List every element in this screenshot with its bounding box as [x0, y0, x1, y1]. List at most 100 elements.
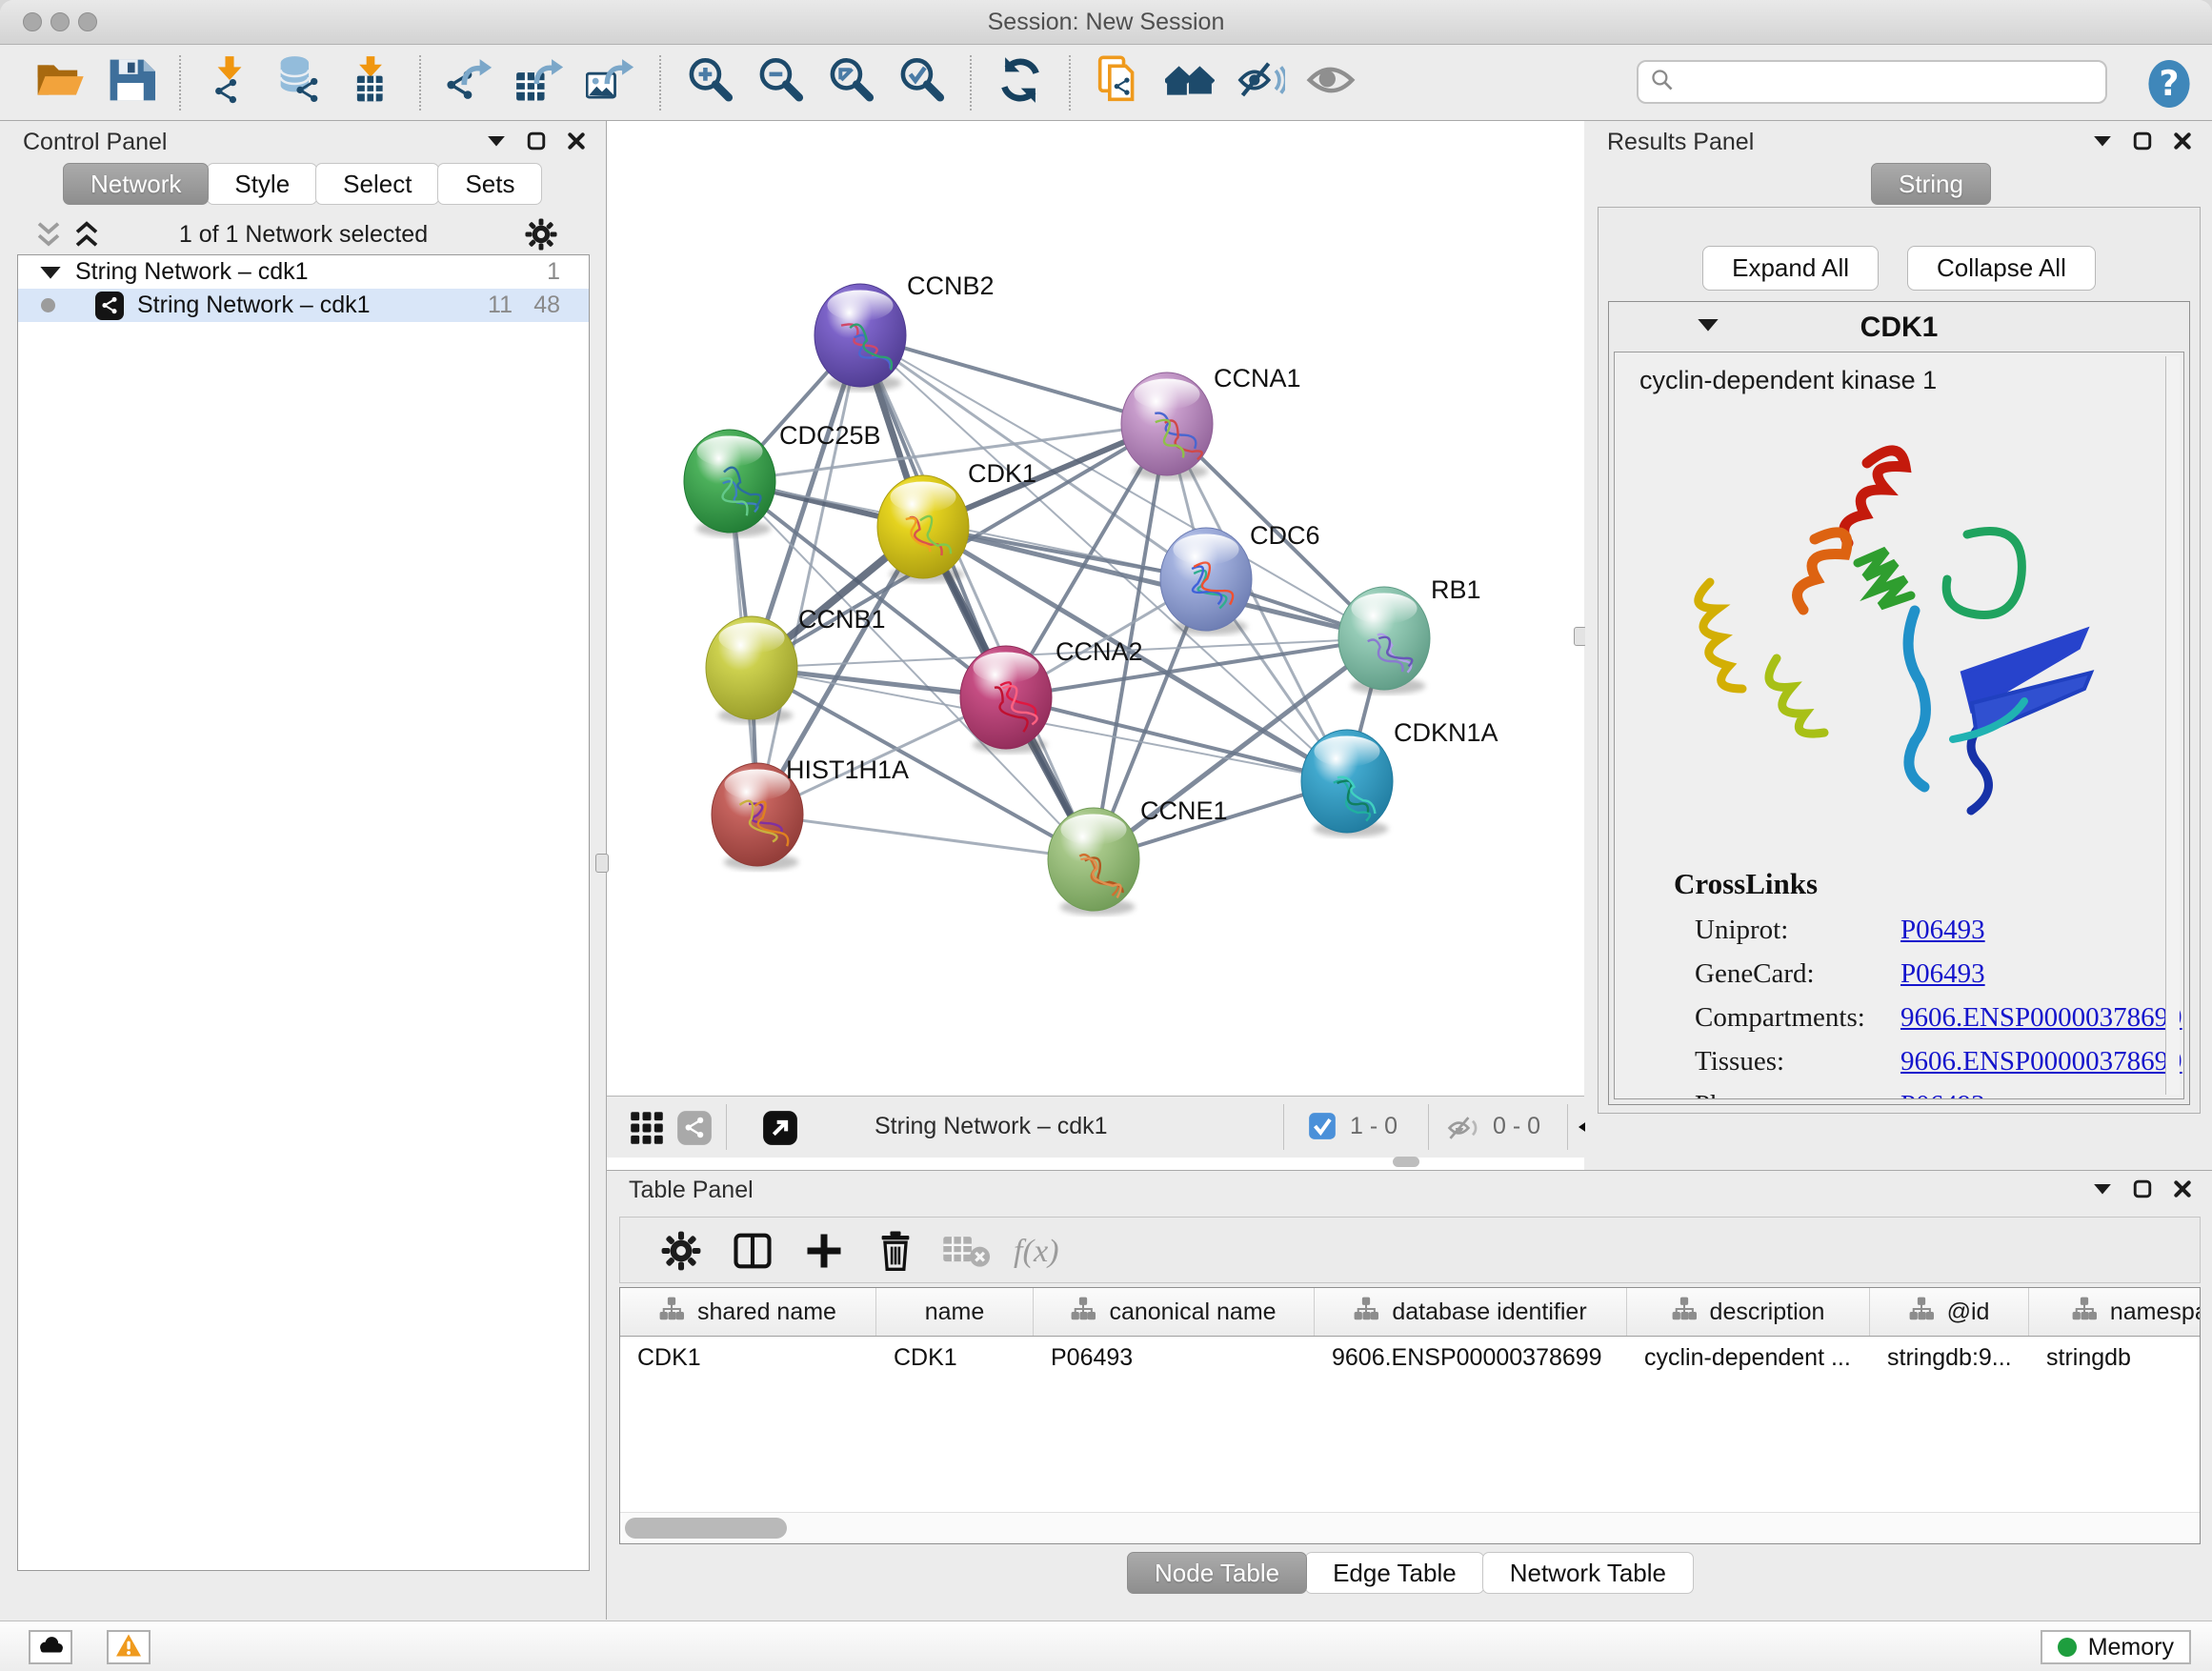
panel-float-icon[interactable] [520, 127, 553, 155]
node-label: CCNE1 [1140, 796, 1228, 825]
network-tree-row[interactable]: String Network – cdk11148 [18, 289, 589, 322]
protein-structure-image [1672, 415, 2167, 835]
network-node-cdc25b[interactable]: CDC25B [684, 421, 881, 537]
network-node-ccna1[interactable]: CCNA1 [1121, 364, 1301, 480]
zoom-fit-button[interactable] [821, 54, 880, 111]
show-column-selector-icon[interactable] [733, 1231, 773, 1271]
column-header-description[interactable]: description [1627, 1288, 1870, 1336]
network-node-ccnb1[interactable]: CCNB1 [706, 605, 886, 724]
gene-scrollbar[interactable] [2165, 356, 2180, 1095]
column-header-namespace[interactable]: namespace [2029, 1288, 2201, 1336]
network-view-footer: String Network – cdk1 1 - 0 0 - 0 [607, 1096, 1584, 1158]
panel-close-icon[interactable] [560, 127, 593, 155]
horizontal-splitter-handle[interactable] [1393, 1157, 1419, 1167]
tab-node-table[interactable]: Node Table [1127, 1552, 1307, 1594]
expand-all-button[interactable]: Expand All [1702, 246, 1879, 291]
open-file-button[interactable] [30, 54, 90, 111]
crosslink-label: Pharos: [1695, 1090, 1900, 1099]
left-splitter-grip[interactable] [595, 854, 609, 873]
column-header-name[interactable]: name [876, 1288, 1034, 1336]
hide-selected-button[interactable] [1231, 54, 1290, 111]
column-header--id[interactable]: @id [1870, 1288, 2029, 1336]
import-table-file-button[interactable] [341, 54, 400, 111]
refresh-button[interactable] [991, 54, 1050, 111]
network-node-ccnb2[interactable]: CCNB2 [814, 272, 995, 392]
column-header-shared-name[interactable]: shared name [620, 1288, 876, 1336]
zoom-out-icon [755, 55, 805, 110]
panel-float-icon[interactable] [2126, 1175, 2159, 1203]
zoom-out-button[interactable] [751, 54, 810, 111]
tab-network[interactable]: Network [63, 163, 209, 205]
tab-network-table[interactable]: Network Table [1482, 1552, 1694, 1594]
home-button[interactable] [1160, 54, 1219, 111]
panel-menu-icon[interactable] [2086, 1175, 2119, 1203]
network-node-cdkn1a[interactable]: CDKN1A [1301, 718, 1498, 837]
export-network-button[interactable] [440, 54, 499, 111]
export-image-button[interactable] [581, 54, 640, 111]
crosslink-link[interactable]: 9606.ENSP00000378699 [1900, 1046, 2182, 1077]
zoom-selected-button[interactable] [892, 54, 951, 111]
control-panel: Control Panel NetworkStyleSelectSets 1 o… [0, 121, 607, 1620]
show-all-button[interactable] [1301, 54, 1360, 111]
open-in-window-icon[interactable] [762, 1110, 798, 1146]
help-button[interactable]: ? [2143, 58, 2195, 106]
memory-button[interactable]: Memory [2041, 1630, 2191, 1664]
birdseye-grid-icon[interactable] [629, 1110, 665, 1146]
tree-expander-icon[interactable] [39, 261, 62, 284]
network-node-hist1h1a[interactable]: HIST1H1A [712, 755, 909, 871]
table-horizontal-scrollbar[interactable] [620, 1512, 2200, 1543]
save-session-icon [106, 55, 155, 110]
hidden-eye-icon[interactable] [1445, 1110, 1481, 1146]
toolbar-separator [659, 55, 661, 111]
crosslink-row: Uniprot:P06493 [1695, 915, 2182, 958]
tab-edge-table[interactable]: Edge Table [1305, 1552, 1484, 1594]
tab-sets[interactable]: Sets [437, 163, 542, 205]
column-header-label: canonical name [1109, 1299, 1276, 1326]
tree-count: 48 [513, 292, 560, 319]
column-header-database-identifier[interactable]: database identifier [1315, 1288, 1627, 1336]
warnings-button[interactable] [107, 1630, 151, 1664]
panel-menu-icon[interactable] [480, 127, 513, 155]
export-table-button[interactable] [511, 54, 570, 111]
search-input[interactable] [1675, 64, 2105, 100]
network-options-gear-icon[interactable] [525, 218, 557, 251]
delete-column-icon[interactable] [875, 1231, 915, 1271]
table-options-gear-icon[interactable] [661, 1231, 701, 1271]
create-column-icon[interactable] [804, 1231, 844, 1271]
network-badge-icon[interactable] [676, 1110, 713, 1146]
network-tree-row[interactable]: String Network – cdk11 [18, 255, 589, 289]
network-tree-label: String Network – cdk1 [75, 258, 309, 286]
tab-select[interactable]: Select [315, 163, 439, 205]
column-header-label: description [1710, 1299, 1825, 1326]
network-node-rb1[interactable]: RB1 [1338, 575, 1481, 695]
save-session-button[interactable] [101, 54, 160, 111]
selected-checkbox-icon[interactable] [1308, 1112, 1337, 1140]
cloud-button[interactable] [29, 1630, 72, 1664]
network-canvas[interactable]: CCNB2CCNA1CDC25BCDK1CDC6RB1CCNB1CCNA2CDK… [607, 121, 1584, 1096]
column-header-canonical-name[interactable]: canonical name [1034, 1288, 1315, 1336]
panel-close-icon[interactable] [2166, 1175, 2199, 1203]
scrollbar-thumb[interactable] [625, 1518, 787, 1539]
panel-close-icon[interactable] [2166, 127, 2199, 155]
tree-column-icon [1354, 1297, 1378, 1328]
import-network-database-button[interactable] [271, 54, 330, 111]
crosslink-link[interactable]: P06493 [1900, 958, 1985, 990]
tab-string[interactable]: String [1871, 163, 1991, 205]
zoom-in-button[interactable] [680, 54, 739, 111]
crosslink-link[interactable]: P06493 [1900, 915, 1985, 946]
zoom-selected-icon [896, 55, 946, 110]
search-box [1637, 60, 2107, 104]
panel-menu-icon[interactable] [2086, 127, 2119, 155]
import-network-file-button[interactable] [200, 54, 259, 111]
panel-float-icon[interactable] [2126, 127, 2159, 155]
network-node-cdk1[interactable]: CDK1 [877, 459, 1036, 583]
table-row[interactable]: CDK1CDK1P064939606.ENSP00000378699cyclin… [620, 1337, 2200, 1379]
collapse-all-button[interactable]: Collapse All [1907, 246, 2096, 291]
crosslink-link[interactable]: 9606.ENSP00000378699 [1900, 1002, 2182, 1034]
status-bar: Memory [0, 1621, 2212, 1671]
tab-style[interactable]: Style [207, 163, 317, 205]
network-node-ccne1[interactable]: CCNE1 [1048, 796, 1228, 916]
network-tree: String Network – cdk11String Network – c… [17, 254, 590, 1571]
crosslink-link[interactable]: P06493 [1900, 1090, 1985, 1099]
duplicate-network-button[interactable] [1090, 54, 1149, 111]
